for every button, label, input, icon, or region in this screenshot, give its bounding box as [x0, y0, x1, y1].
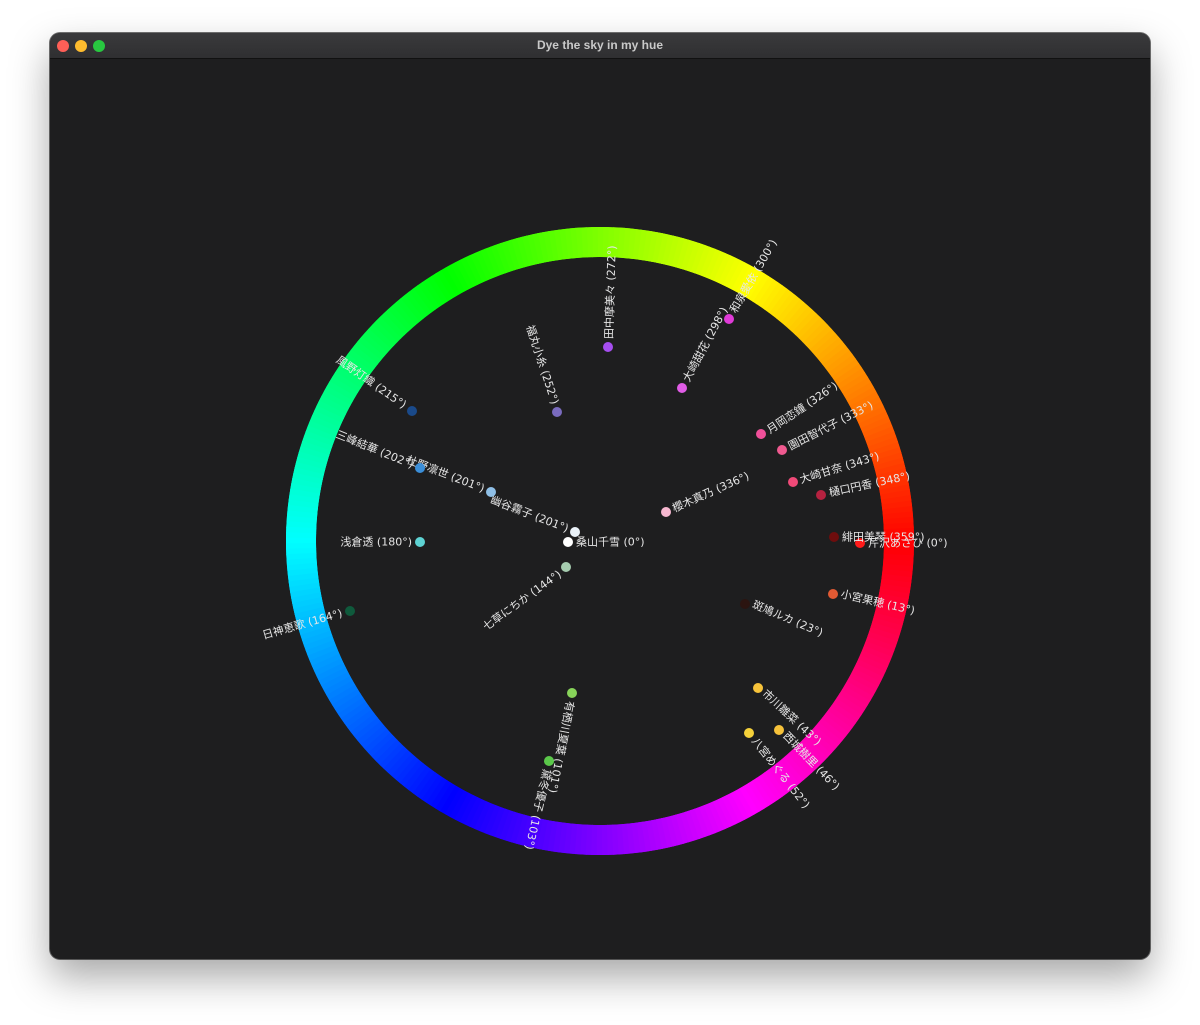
color-point-dot [829, 532, 839, 542]
color-point-dot [774, 725, 784, 735]
color-point: 浅倉透 (180°) [340, 535, 425, 549]
color-point-label: 幽谷霧子 (201°) [489, 493, 571, 535]
color-point-dot [486, 487, 496, 497]
title-bar[interactable]: Dye the sky in my hue [50, 33, 1150, 59]
color-point: 桑山千雪 (0°) [563, 536, 645, 549]
color-point: 緋田美琴 (359°) [829, 530, 925, 544]
color-point-dot [552, 407, 562, 417]
color-point-dot [561, 562, 571, 572]
color-point: 幽谷霧子 (201°) [489, 493, 580, 537]
color-point-label: 杜野凛世 (201°) [405, 452, 487, 495]
color-point-label: 福丸小糸 (252°) [523, 323, 562, 406]
color-point-dot [415, 463, 425, 473]
color-point-dot [744, 728, 754, 738]
color-point-label: 櫻木真乃 (336°) [670, 469, 751, 515]
color-point: 福丸小糸 (252°) [523, 323, 562, 417]
window-title: Dye the sky in my hue [536, 38, 664, 52]
color-point: 三峰結華 (202°) [334, 427, 425, 473]
color-point-label: 浅倉透 (180°) [340, 535, 412, 549]
color-point-dot [724, 314, 734, 324]
color-point-label: 田中摩美々 (272°) [602, 245, 619, 339]
color-point-label: 桑山千雪 (0°) [576, 536, 645, 549]
color-point-dot [816, 490, 826, 500]
color-point-dot [415, 537, 425, 547]
color-point-dot [603, 342, 613, 352]
color-point: 斑鳩ルカ (23°) [740, 597, 825, 639]
color-point-dot [828, 589, 838, 599]
color-point: 田中摩美々 (272°) [602, 245, 619, 352]
canvas-area: 桑山千雪 (0°) 芹沢あさひ (0°) 緋田美琴 (359°) 小宮果穂 (13°)… [50, 59, 1150, 959]
color-point-dot [407, 406, 417, 416]
color-point-dot [677, 383, 687, 393]
color-point-label: 三峰結華 (202°) [334, 427, 416, 471]
hue-wheel: 桑山千雪 (0°) 芹沢あさひ (0°)緋田美琴 (359°)小宮果穂 (13°)… [261, 227, 948, 855]
color-point-dot [570, 527, 580, 537]
color-point-dot [563, 537, 573, 547]
app-window: Dye the sky in my hue 桑山千雪 (0°) 芹沢あさひ (0°… [50, 33, 1150, 959]
color-point-dot [777, 445, 787, 455]
color-point-dot [661, 507, 671, 517]
color-point-label: 大崎甜花 (298°) [679, 305, 730, 384]
color-point-label: 緋田美琴 (359°) [842, 530, 925, 544]
color-point-dot [756, 429, 766, 439]
color-point-dot [788, 477, 798, 487]
color-point-dot [345, 606, 355, 616]
color-point-dot [567, 688, 577, 698]
color-point: 大崎甜花 (298°) [677, 305, 731, 393]
color-point: 櫻木真乃 (336°) [661, 469, 751, 517]
color-point: 七草にちか (144°) [480, 562, 571, 633]
color-point-dot [740, 599, 750, 609]
color-point: 杜野凛世 (201°) [405, 452, 496, 497]
color-point-dot [544, 756, 554, 766]
color-point-label: 斑鳩ルカ (23°) [750, 597, 825, 639]
color-point-label: 七草にちか (144°) [480, 568, 563, 634]
color-point-dot [753, 683, 763, 693]
